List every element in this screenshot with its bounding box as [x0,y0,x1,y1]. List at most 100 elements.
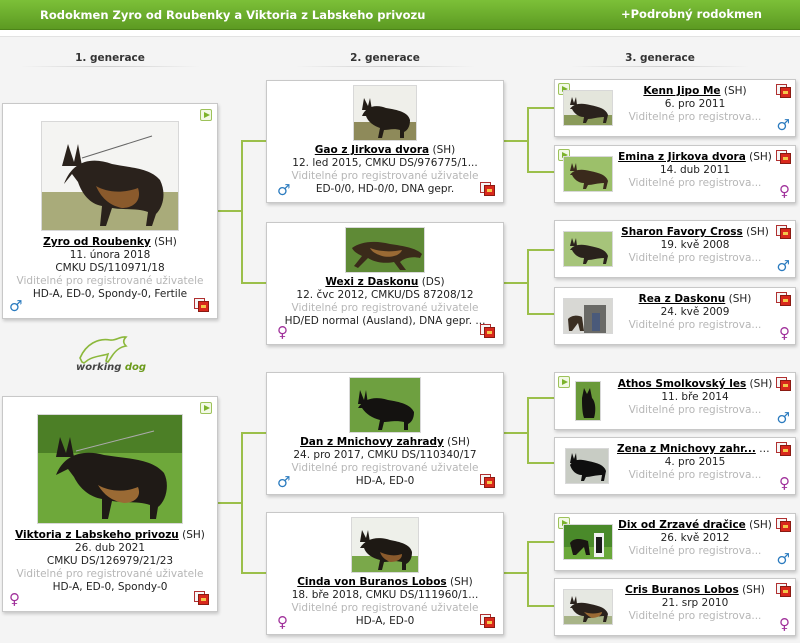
connector-line [527,141,554,173]
pedigree-card-sire-sire[interactable]: Gao z Jirkova dvora (SH) 12. led 2015, C… [266,80,504,203]
dog-title: (SH) [178,529,205,541]
dog-photo[interactable] [563,90,613,126]
dog-birth-registration: 18. bře 2018, CMKU DS/111960/1... [291,589,479,601]
male-sex-icon: ♂ [277,473,291,491]
dog-photo[interactable] [563,524,613,560]
male-sex-icon: ♂ [776,409,790,427]
dog-photo[interactable] [345,227,425,273]
visibility-note: Viditelné pro registrova... [628,404,762,416]
pedigree-card-dam[interactable]: Viktoria z Labskeho privozu (SH) 26. dub… [2,396,218,612]
dog-photo[interactable] [353,85,417,141]
dog-name-link[interactable]: Zyro od Roubenky [43,236,151,248]
pedigree-card-gen3[interactable]: Dix od Zrzavé dračice (SH) 26. kvě 2012 … [554,513,796,571]
dog-birth-date: 11. února 2018 [69,249,151,261]
dog-photo[interactable] [575,381,601,421]
dog-name-link[interactable]: Emina z Jirkova dvora [618,151,746,163]
connector-line [503,249,554,284]
visibility-note: Viditelné pro registrova... [628,111,762,123]
dog-photo[interactable] [351,517,419,573]
dog-name-link[interactable]: Wexi z Daskonu [325,276,418,288]
dog-name-link[interactable]: Cinda von Buranos Lobos [297,576,446,588]
dog-photo[interactable] [563,231,613,267]
dog-name-link[interactable]: Dix od Zrzavé dračice [618,519,746,531]
connector-line [218,432,266,504]
dog-title: (SH) [446,576,473,588]
connector-line [503,107,554,142]
dog-photo[interactable] [565,448,609,484]
dog-title: (SH) [720,85,747,97]
dog-birth-registration: 12. led 2015, CMKU DS/976775/1... [292,157,478,169]
pedigree-card-dam-dam[interactable]: Cinda von Buranos Lobos (SH) 18. bře 201… [266,512,504,635]
pedigree-document-icon[interactable] [776,583,791,597]
visibility-note: Viditelné pro registrované uživatele [16,275,204,287]
pedigree-document-icon[interactable] [480,324,495,338]
female-sex-icon: ♀ [277,613,288,631]
pedigree-document-icon[interactable] [776,377,791,391]
pedigree-card-gen3[interactable]: Athos Smolkovský les (SH) 11. bře 2014 V… [554,372,796,430]
dog-name-link[interactable]: Kenn Jipo Me [643,85,720,97]
dog-name-link[interactable]: Sharon Favory Cross [621,226,743,238]
pedigree-card-gen3[interactable]: Cris Buranos Lobos (SH) 21. srp 2010 Vid… [554,578,796,636]
pedigree-document-icon[interactable] [194,298,209,312]
visibility-note: Viditelné pro registrované uživatele [16,568,204,580]
visibility-note: Viditelné pro registrované uživatele [291,602,479,614]
video-play-icon[interactable] [200,402,212,414]
pedigree-document-icon[interactable] [776,442,791,456]
logo-word-dog: dog [124,362,147,373]
pedigree-card-gen3[interactable]: Zena z Mnichovy zahr... (SH) 4. pro 2015… [554,437,796,495]
dog-name-link[interactable]: Cris Buranos Lobos [625,584,739,596]
pedigree-document-icon[interactable] [480,614,495,628]
dog-photo[interactable] [563,589,613,625]
dog-name-link[interactable]: Viktoria z Labskeho privozu [15,529,179,541]
dog-title: (SH) [725,293,752,305]
pedigree-document-icon[interactable] [776,518,791,532]
pedigree-document-icon[interactable] [776,84,791,98]
dog-health: ED-0/0, HD-0/0, DNA gepr. [315,183,455,195]
pedigree-card-gen3[interactable]: Kenn Jipo Me (SH) 6. pro 2011 Viditelné … [554,79,796,137]
pedigree-document-icon[interactable] [480,182,495,196]
dog-name-link[interactable]: Gao z Jirkova dvora [315,144,429,156]
dog-name-link[interactable]: Athos Smolkovský les [618,378,747,390]
dog-photo[interactable] [41,121,179,231]
dog-photo[interactable] [37,414,183,524]
pedigree-card-gen3[interactable]: Rea z Daskonu (SH) 24. kvě 2009 Viditeln… [554,287,796,345]
pedigree-card-gen3[interactable]: Sharon Favory Cross (SH) 19. kvě 2008 Vi… [554,220,796,278]
dog-title: (SH) [443,436,470,448]
pedigree-card-dam-sire[interactable]: Dan z Mnichovy zahrady (SH) 24. pro 2017… [266,372,504,495]
dog-name-link[interactable]: Zena z Mnichovy zahr... [617,443,756,455]
pedigree-document-icon[interactable] [776,150,791,164]
connector-line [218,140,266,212]
visibility-note: Viditelné pro registrova... [628,610,762,622]
pedigree-document-icon[interactable] [194,591,209,605]
video-play-icon[interactable] [200,109,212,121]
dog-birth-date: 4. pro 2015 [664,456,726,468]
female-sex-icon: ♀ [779,474,790,492]
dog-title: (SH) [745,151,772,163]
dog-photo[interactable] [563,156,613,192]
connector-line [241,503,266,574]
pedigree-card-sire-dam[interactable]: Wexi z Daskonu (DS) 12. čvc 2012, CMKU/D… [266,222,504,345]
dog-name-link[interactable]: Dan z Mnichovy zahrady [300,436,444,448]
pedigree-document-icon[interactable] [480,474,495,488]
male-sex-icon: ♂ [776,257,790,275]
dog-birth-date: 26. dub 2021 [74,542,146,554]
dog-photo[interactable] [563,298,613,334]
pedigree-card-gen3[interactable]: Emina z Jirkova dvora (SH) 14. dub 2011 … [554,145,796,203]
dog-title: (SH) [738,584,765,596]
pedigree-document-icon[interactable] [776,292,791,306]
dog-name-link[interactable]: Rea z Daskonu [639,293,726,305]
dog-birth-date: 24. kvě 2009 [660,306,730,318]
pedigree-card-sire[interactable]: Zyro od Roubenky (SH) 11. února 2018 CMK… [2,103,218,319]
visibility-note: Viditelné pro registrova... [628,545,762,557]
logo-word-working: working [76,362,122,373]
female-sex-icon: ♀ [9,590,20,608]
connector-line [527,283,554,315]
dog-birth-registration: 12. čvc 2012, CMKU/DS 87208/12 [296,289,474,301]
visibility-note: Viditelné pro registrova... [628,469,762,481]
video-play-icon[interactable] [558,376,570,388]
dog-photo[interactable] [349,377,421,433]
male-sex-icon: ♂ [277,181,291,199]
visibility-note: Viditelné pro registrova... [628,319,762,331]
dog-birth-date: 6. pro 2011 [664,98,726,110]
pedigree-document-icon[interactable] [776,225,791,239]
